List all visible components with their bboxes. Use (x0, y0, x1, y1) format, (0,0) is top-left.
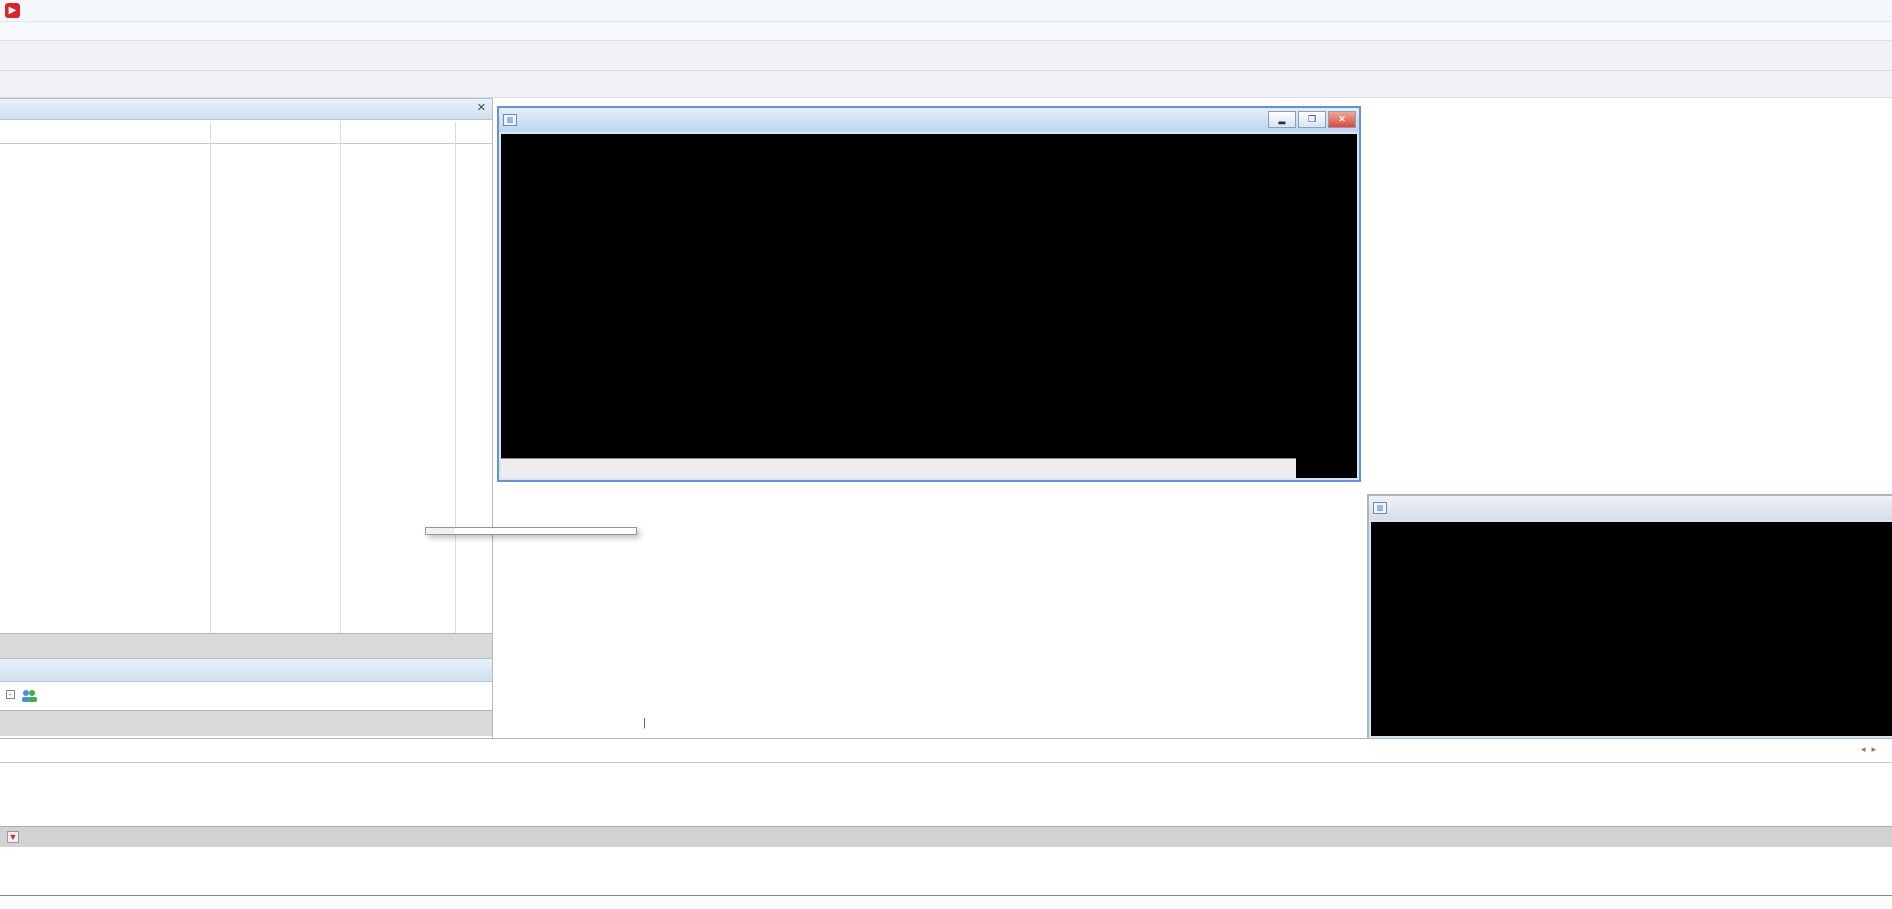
market-watch-title: ✕ (0, 98, 492, 120)
toolbar-standard (0, 41, 1892, 71)
market-watch-close-icon[interactable]: ✕ (477, 101, 486, 114)
tree-expander-icon[interactable]: - (6, 690, 15, 699)
app-icon: ▶ (5, 3, 20, 18)
chart-close-button[interactable]: ✕ (1328, 111, 1356, 128)
menu-bar (0, 22, 1892, 41)
title-bar: ▶ (0, 0, 1892, 22)
chart-window-usdjpy[interactable]: ▥ (1367, 494, 1892, 740)
minimize-button[interactable] (1752, 0, 1796, 22)
terminal-tabs (0, 895, 1892, 909)
chart-icon: ▥ (503, 114, 517, 126)
close-button[interactable] (1842, 0, 1886, 22)
workspace-tab-usdjpy[interactable]: | (637, 717, 646, 729)
market-watch-table (0, 144, 492, 633)
navigator-tree: - (0, 684, 492, 710)
navigator-tabs (0, 710, 492, 736)
chart-window-eurusd-titlebar[interactable]: ▥ ▂ ❒ ✕ (499, 108, 1359, 132)
header-scroll-arrows[interactable]: ◂▸ (1861, 744, 1882, 755)
terminal-panel: ◂▸ ▼ (0, 738, 1892, 908)
balance-status-icon: ▼ (7, 831, 19, 843)
toolbar-line-studies (0, 71, 1892, 98)
eurusd-chart-canvas[interactable] (501, 134, 1357, 478)
maximize-button[interactable] (1798, 0, 1842, 22)
market-watch-header (0, 122, 492, 144)
chart-window-usdjpy-titlebar[interactable]: ▥ (1369, 496, 1892, 520)
chart-minimize-button[interactable]: ▂ (1268, 111, 1296, 128)
context-menu-icon-gutter (426, 528, 454, 534)
orders-table-header (0, 741, 1892, 763)
navigator-title (0, 658, 492, 682)
accounts-icon (20, 689, 38, 703)
market-watch-tabs (0, 633, 492, 658)
chart-restore-button[interactable]: ❒ (1298, 111, 1326, 128)
chart-icon: ▥ (1373, 502, 1387, 514)
context-menu (425, 527, 637, 535)
chart-workspace: ▥ ▂ ❒ ✕ ▥ (492, 98, 1892, 738)
usdjpy-chart-canvas[interactable] (1371, 522, 1892, 736)
eurusd-time-axis (501, 458, 1296, 478)
balance-bar: ▼ (0, 826, 1892, 847)
chart-window-eurusd[interactable]: ▥ ▂ ❒ ✕ (497, 106, 1361, 482)
